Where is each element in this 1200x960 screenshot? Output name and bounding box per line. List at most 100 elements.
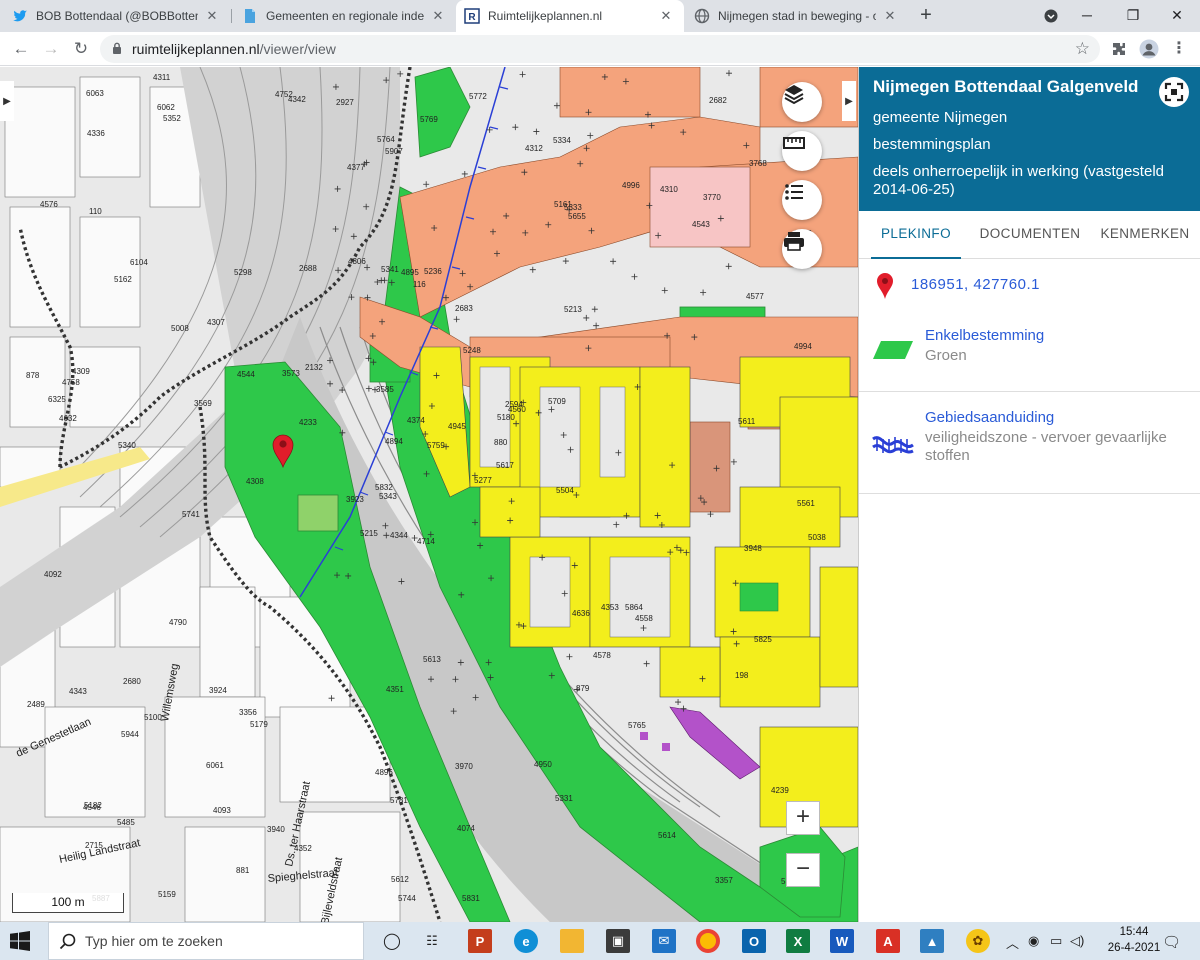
store-icon[interactable]: ▣	[606, 929, 630, 953]
parcel-label: 3356	[239, 708, 257, 717]
taskbar-search[interactable]: Typ hier om te zoeken	[48, 922, 364, 960]
menu-kebab-icon[interactable]: ⋮	[1168, 38, 1190, 60]
sunflower-icon[interactable]: ✿	[966, 929, 990, 953]
profile-avatar[interactable]	[1138, 38, 1160, 60]
tray-chevron-icon[interactable]: ︿	[1006, 933, 1019, 952]
parcel-label: 4309	[72, 367, 90, 376]
measure-button[interactable]	[782, 131, 822, 171]
parcel-label: 4351	[386, 685, 404, 694]
clock-date: 26-4-2021	[1107, 942, 1161, 954]
browser-tab-4[interactable]: Nijmegen stad in beweging - ont ✕	[686, 0, 908, 32]
pdf-icon[interactable]: A	[876, 929, 900, 953]
parcel-label: 5331	[555, 794, 573, 803]
taskbar-clock[interactable]: 15:44 26-4-2021	[1104, 924, 1164, 956]
parcel-label: 5485	[117, 818, 135, 827]
parcel-label: 6062	[157, 103, 175, 112]
coordinates-value[interactable]: 186951, 427760.1	[911, 276, 1040, 293]
maximize-button[interactable]: ❐	[1110, 0, 1156, 32]
parcel-label: 5611	[738, 417, 756, 426]
parcel-label: 2927	[336, 98, 354, 107]
task-view-icon[interactable]: ◯	[380, 929, 404, 953]
volume-icon[interactable]: ◁)	[1070, 933, 1084, 949]
parcel-label: 5832	[375, 483, 393, 492]
close-tab-icon[interactable]: ✕	[658, 8, 674, 24]
url-text: ruimtelijkeplannen.nl/viewer/view	[132, 41, 336, 57]
forward-button[interactable]: →	[38, 36, 64, 62]
divider	[859, 391, 1200, 392]
search-placeholder: Typ hier om te zoeken	[85, 933, 223, 949]
plan-type: bestemmingsplan	[873, 136, 991, 153]
browser-tab-2[interactable]: Gemeenten en regionale indeling ✕	[234, 0, 456, 32]
browser-tab-3[interactable]: R Ruimtelijkeplannen.nl ✕	[456, 0, 684, 32]
tab-plekinfo[interactable]: PLEKINFO	[871, 211, 961, 259]
parcel-label: 5162	[114, 275, 132, 284]
tab-title: BOB Bottendaal (@BOBBottendaal	[36, 9, 198, 23]
close-tab-icon[interactable]: ✕	[430, 8, 446, 24]
print-button[interactable]	[782, 229, 822, 269]
layers-button[interactable]	[782, 82, 822, 122]
bookmark-star-icon[interactable]: ☆	[1075, 39, 1090, 59]
parcel-label: 5277	[474, 476, 492, 485]
legend-button[interactable]	[782, 180, 822, 220]
back-button[interactable]: ←	[8, 36, 34, 62]
browser-tab-1[interactable]: BOB Bottendaal (@BOBBottendaal ✕	[4, 0, 230, 32]
windows-start-icon[interactable]	[10, 931, 30, 951]
parcel-label: 4074	[457, 824, 475, 833]
network-icon[interactable]: ▭	[1050, 933, 1062, 949]
parcel-label: 6063	[86, 89, 104, 98]
parcel-label: 4311	[153, 73, 171, 82]
notifications-icon[interactable]: 🗨	[1162, 933, 1181, 951]
word-icon[interactable]: W	[830, 929, 854, 953]
widgets-icon[interactable]: ☷	[420, 929, 444, 953]
zoom-to-plan-button[interactable]	[1159, 77, 1189, 107]
left-panel-toggle[interactable]: ▶	[0, 81, 14, 121]
parcel-label: 5008	[171, 324, 189, 333]
tab-kenmerken[interactable]: KENMERKEN	[1095, 211, 1195, 259]
parcel-label: 4894	[385, 437, 403, 446]
parcel-label: 4306	[348, 257, 366, 266]
parcel-label: 4578	[593, 651, 611, 660]
close-window-button[interactable]: ✕	[1154, 0, 1200, 32]
parcel-label: 2682	[709, 96, 727, 105]
outlook-icon[interactable]: O	[742, 929, 766, 953]
mail-icon[interactable]: ✉	[652, 929, 676, 953]
minimize-button[interactable]: ─	[1064, 0, 1110, 32]
new-tab-button[interactable]: +	[914, 4, 938, 28]
photos-icon[interactable]: ▲	[920, 929, 944, 953]
parcel-label: 5298	[234, 268, 252, 277]
extensions-icon[interactable]	[1108, 38, 1130, 60]
close-tab-icon[interactable]: ✕	[204, 8, 220, 24]
file-explorer-icon[interactable]	[560, 929, 584, 953]
parcel-label: 4996	[622, 181, 640, 190]
map-viewer[interactable]: 4714 5162 5343 5182 5180 5179 5334 5236 5333 5277…	[0, 67, 858, 922]
zoom-out-button[interactable]: −	[786, 853, 820, 887]
zoom-in-button[interactable]: +	[786, 801, 820, 835]
parcel-label: 3924	[209, 686, 227, 695]
info-item-value: Groen	[925, 347, 967, 364]
edge-icon[interactable]: e	[514, 929, 538, 953]
chrome-icon[interactable]	[696, 929, 720, 953]
reload-button[interactable]: ↻	[68, 36, 94, 62]
powerpoint-icon[interactable]: P	[468, 929, 492, 953]
tab-documenten[interactable]: DOCUMENTEN	[977, 211, 1083, 259]
lock-icon	[113, 42, 121, 54]
info-item-title[interactable]: Gebiedsaanduiding	[925, 409, 1054, 426]
tab-title: Gemeenten en regionale indeling	[266, 9, 424, 23]
excel-icon[interactable]: X	[786, 929, 810, 953]
svg-text:R: R	[468, 12, 476, 23]
close-tab-icon[interactable]: ✕	[882, 8, 898, 24]
parcel-label: 5831	[462, 894, 480, 903]
plan-title: Nijmegen Bottendaal Galgenveld	[873, 77, 1139, 96]
parcel-label: 5236	[424, 267, 442, 276]
parcel-label: 3357	[715, 876, 733, 885]
map-canvas[interactable]: 4714516253435182518051795334523653335277…	[0, 67, 858, 922]
parcel-label: 5352	[163, 114, 181, 123]
tray-app-icon[interactable]: ◉	[1028, 933, 1039, 949]
parcel-label: 5180	[497, 413, 515, 422]
right-panel-toggle[interactable]: ▶	[842, 81, 856, 121]
address-bar[interactable]: ruimtelijkeplannen.nl/viewer/view ☆	[100, 35, 1100, 63]
parcel-label: 4577	[746, 292, 764, 301]
parcel-label: 5655	[568, 212, 586, 221]
info-item-title[interactable]: Enkelbestemming	[925, 327, 1044, 344]
parcel-label: 5864	[625, 603, 643, 612]
